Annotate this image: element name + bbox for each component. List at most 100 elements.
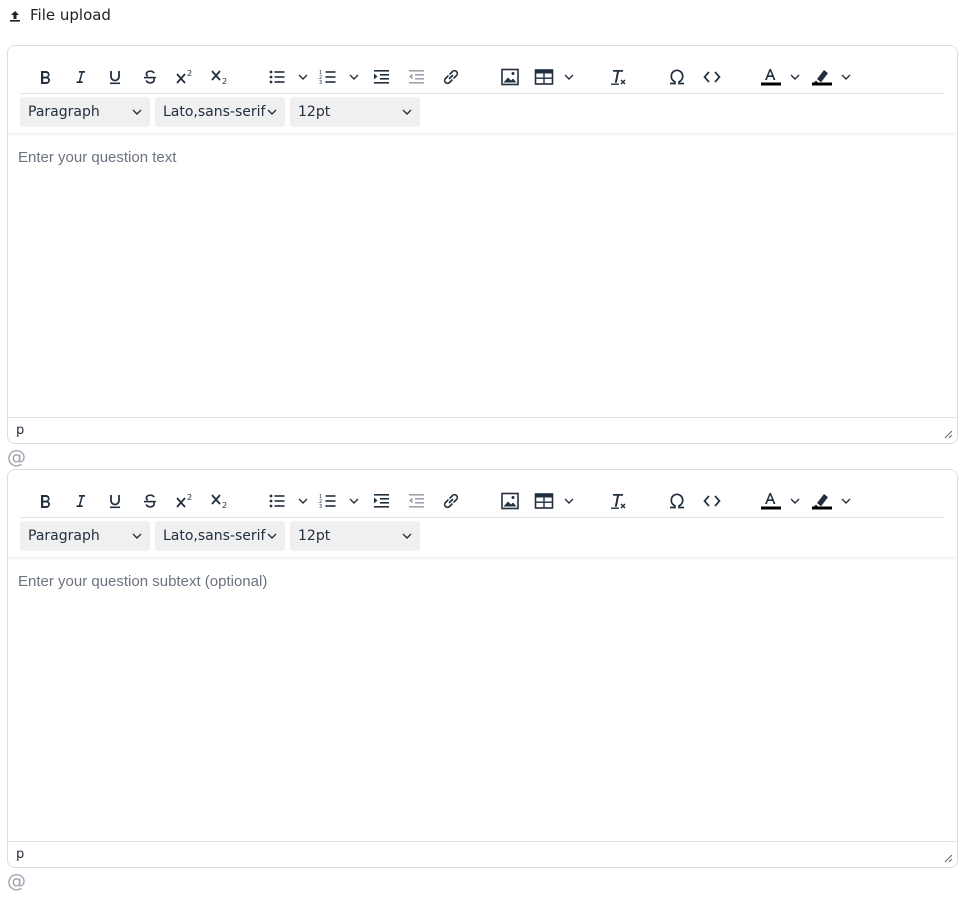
indent-icon bbox=[374, 70, 389, 84]
bold-button[interactable] bbox=[28, 484, 62, 518]
text-color-button[interactable] bbox=[754, 60, 804, 94]
block-format-select[interactable]: Paragraph bbox=[20, 97, 150, 127]
strikethrough-button[interactable] bbox=[133, 484, 167, 518]
element-path[interactable]: p bbox=[16, 423, 24, 438]
svg-text:2: 2 bbox=[187, 69, 192, 78]
superscript-button[interactable]: 2 bbox=[168, 484, 202, 518]
special-character-button[interactable] bbox=[660, 60, 694, 94]
table-icon bbox=[534, 493, 554, 509]
chevron-down-icon bbox=[132, 533, 142, 539]
subscript-icon: 2 bbox=[211, 494, 227, 510]
strikethrough-button[interactable] bbox=[133, 60, 167, 94]
italic-button[interactable] bbox=[63, 60, 97, 94]
question-type-header: File upload bbox=[8, 4, 111, 26]
chevron-down-icon bbox=[790, 498, 800, 504]
outdent-icon bbox=[409, 494, 424, 508]
highlight-color-button[interactable] bbox=[805, 60, 855, 94]
mention-icon[interactable]: @ bbox=[7, 446, 29, 468]
numbered-list-button[interactable]: 123 bbox=[313, 484, 363, 518]
image-button[interactable] bbox=[493, 484, 527, 518]
font-family-select[interactable]: Lato,sans-serif bbox=[155, 521, 285, 551]
link-button[interactable] bbox=[434, 60, 468, 94]
svg-text:2: 2 bbox=[222, 501, 227, 510]
element-path[interactable]: p bbox=[16, 847, 24, 862]
text-color-button[interactable] bbox=[754, 484, 804, 518]
underline-icon bbox=[110, 495, 120, 509]
toolbar-row-formatting: 2 2 123 bbox=[20, 478, 945, 518]
bullet-list-button[interactable] bbox=[262, 60, 312, 94]
resize-handle-icon[interactable] bbox=[943, 853, 953, 863]
table-button[interactable] bbox=[528, 484, 578, 518]
numbered-list-icon: 123 bbox=[319, 494, 336, 510]
indent-button[interactable] bbox=[364, 60, 398, 94]
bullet-list-icon bbox=[269, 494, 285, 508]
chevron-down-icon bbox=[349, 498, 359, 504]
clear-formatting-button[interactable] bbox=[601, 484, 635, 518]
clear-formatting-icon bbox=[611, 70, 626, 85]
link-icon bbox=[443, 493, 459, 509]
source-code-button[interactable] bbox=[695, 484, 729, 518]
image-button[interactable] bbox=[493, 60, 527, 94]
mention-icon[interactable]: @ bbox=[7, 870, 29, 892]
chevron-down-icon bbox=[841, 498, 851, 504]
subscript-button[interactable]: 2 bbox=[203, 484, 237, 518]
italic-icon bbox=[76, 495, 85, 507]
subscript-button[interactable]: 2 bbox=[203, 60, 237, 94]
special-character-button[interactable] bbox=[660, 484, 694, 518]
source-code-button[interactable] bbox=[695, 60, 729, 94]
editor-toolbar: 2 2 123 Paragraph Lato,sans-serif 12pt bbox=[8, 46, 957, 133]
image-icon bbox=[501, 492, 519, 510]
image-icon bbox=[501, 68, 519, 86]
chevron-down-icon bbox=[402, 533, 412, 539]
font-size-value: 12pt bbox=[298, 528, 331, 544]
block-format-select[interactable]: Paragraph bbox=[20, 521, 150, 551]
toolbar-row-formatting: 2 2 123 bbox=[20, 54, 945, 94]
chevron-down-icon bbox=[790, 74, 800, 80]
chevron-down-icon bbox=[267, 533, 277, 539]
chevron-down-icon bbox=[564, 74, 574, 80]
numbered-list-button[interactable]: 123 bbox=[313, 60, 363, 94]
highlight-color-button[interactable] bbox=[805, 484, 855, 518]
svg-text:2: 2 bbox=[222, 77, 227, 86]
chevron-down-icon bbox=[132, 109, 142, 115]
code-icon bbox=[703, 495, 721, 507]
question-text-input[interactable]: Enter your question text bbox=[18, 149, 176, 166]
indent-button[interactable] bbox=[364, 484, 398, 518]
outdent-button[interactable] bbox=[399, 60, 433, 94]
font-size-select[interactable]: 12pt bbox=[290, 97, 420, 127]
block-format-value: Paragraph bbox=[28, 104, 100, 120]
chevron-down-icon bbox=[298, 74, 308, 80]
question-subtext-input[interactable]: Enter your question subtext (optional) bbox=[18, 573, 267, 590]
code-icon bbox=[703, 71, 721, 83]
table-icon bbox=[534, 69, 554, 85]
chevron-down-icon bbox=[349, 74, 359, 80]
font-family-value: Lato,sans-serif bbox=[163, 528, 266, 544]
chevron-down-icon bbox=[841, 74, 851, 80]
chevron-down-icon bbox=[267, 109, 277, 115]
indent-icon bbox=[374, 494, 389, 508]
svg-text:2: 2 bbox=[187, 493, 192, 502]
text-color-icon bbox=[761, 493, 781, 510]
font-family-select[interactable]: Lato,sans-serif bbox=[155, 97, 285, 127]
outdent-button[interactable] bbox=[399, 484, 433, 518]
italic-button[interactable] bbox=[63, 484, 97, 518]
numbered-list-icon: 123 bbox=[319, 70, 336, 86]
table-button[interactable] bbox=[528, 60, 578, 94]
underline-button[interactable] bbox=[98, 60, 132, 94]
underline-button[interactable] bbox=[98, 484, 132, 518]
omega-icon bbox=[670, 493, 684, 509]
question-text-editor: 2 2 123 Paragraph Lato,sans-serif 12pt E… bbox=[7, 45, 958, 444]
clear-formatting-button[interactable] bbox=[601, 60, 635, 94]
bullet-list-button[interactable] bbox=[262, 484, 312, 518]
font-size-select[interactable]: 12pt bbox=[290, 521, 420, 551]
editor-statusbar: p bbox=[8, 841, 957, 867]
question-subtext-editor: 2 2 123 Paragraph Lato,sans-serif 12pt E… bbox=[7, 469, 958, 868]
highlighter-icon bbox=[812, 70, 832, 86]
resize-handle-icon[interactable] bbox=[943, 429, 953, 439]
bold-icon bbox=[41, 71, 50, 84]
superscript-button[interactable]: 2 bbox=[168, 60, 202, 94]
chevron-down-icon bbox=[298, 498, 308, 504]
link-button[interactable] bbox=[434, 484, 468, 518]
bold-button[interactable] bbox=[28, 60, 62, 94]
link-icon bbox=[443, 69, 459, 85]
